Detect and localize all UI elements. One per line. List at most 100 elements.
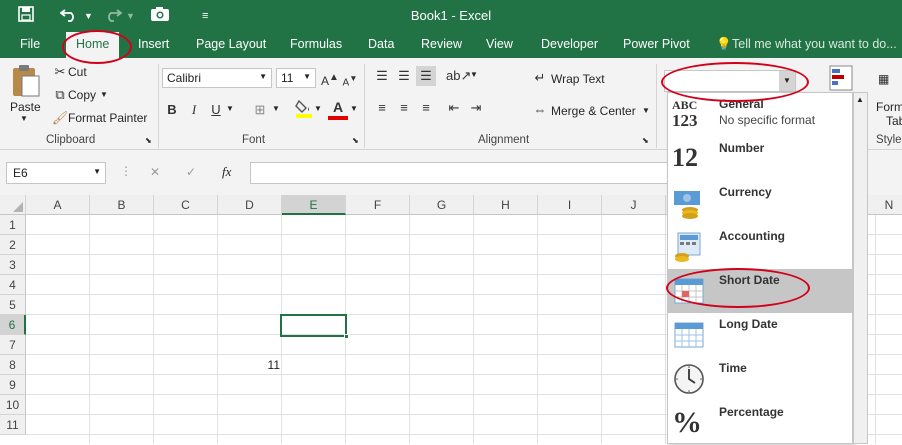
format-painter-icon[interactable]: 🖌 (50, 108, 70, 128)
percent-icon: % (672, 406, 702, 439)
align-top-icon[interactable]: ☰ (372, 66, 392, 86)
alignment-group-label: Alignment (478, 134, 530, 146)
name-box-dropdown-icon[interactable]: ▼ (93, 167, 101, 176)
wrap-text-button[interactable]: Wrap Text (551, 72, 605, 86)
tab-file[interactable]: File (20, 37, 40, 51)
font-color-button[interactable]: A (328, 98, 348, 120)
column-header-i[interactable]: I (538, 195, 602, 215)
underline-button[interactable]: U (206, 100, 226, 120)
paste-button[interactable]: Paste ▼ (6, 62, 46, 126)
row-header-3[interactable]: 3 (0, 255, 26, 275)
select-all-corner[interactable] (0, 195, 26, 215)
font-color-dropdown-icon[interactable]: ▼ (350, 104, 358, 113)
column-header-b[interactable]: B (90, 195, 154, 215)
menu-label-long-date: Long Date (719, 317, 778, 331)
enter-icon[interactable]: ✓ (186, 165, 196, 179)
format-as-table-label-2[interactable]: Tab (886, 114, 902, 128)
align-bottom-icon[interactable]: ☰ (416, 66, 436, 86)
tab-view[interactable]: View (486, 37, 513, 51)
column-header-d[interactable]: D (218, 195, 282, 215)
align-center-icon[interactable]: ≡ (394, 98, 414, 118)
italic-button[interactable]: I (184, 100, 204, 120)
copy-dropdown-icon[interactable]: ▼ (100, 90, 108, 99)
column-header-g[interactable]: G (410, 195, 474, 215)
merge-center-button[interactable]: Merge & Center (551, 104, 636, 118)
tell-me-search[interactable]: Tell me what you want to do... (732, 37, 897, 51)
align-left-icon[interactable]: ≡ (372, 98, 392, 118)
font-size-value: 11 (281, 71, 294, 85)
formula-input[interactable] (250, 162, 670, 184)
font-size-dropdown-icon: ▼ (303, 72, 311, 81)
cell-d8[interactable]: 11 (218, 358, 280, 372)
alignment-launcher-icon[interactable]: ⬊ (642, 136, 649, 145)
column-header-e[interactable]: E (282, 195, 346, 215)
row-header-4[interactable]: 4 (0, 275, 26, 295)
tab-formulas[interactable]: Formulas (290, 37, 342, 51)
menu-item-time[interactable]: Time (668, 357, 852, 401)
cut-button[interactable]: Cut (68, 65, 87, 79)
column-header-n[interactable]: N (876, 195, 902, 215)
fill-color-icon[interactable] (294, 98, 314, 118)
tab-review[interactable]: Review (421, 37, 462, 51)
column-header-a[interactable]: A (26, 195, 90, 215)
row-header-8[interactable]: 8 (0, 355, 26, 375)
row-header-10[interactable]: 10 (0, 395, 26, 415)
fill-handle[interactable] (344, 334, 349, 339)
copy-icon[interactable]: ⧉ (50, 85, 70, 105)
column-header-f[interactable]: F (346, 195, 410, 215)
row-header-9[interactable]: 9 (0, 375, 26, 395)
fill-color-dropdown-icon[interactable]: ▼ (314, 104, 322, 113)
row-header-6[interactable]: 6 (0, 315, 26, 335)
decrease-indent-icon[interactable]: ⇤ (444, 98, 464, 118)
merge-dropdown-icon[interactable]: ▼ (642, 106, 650, 115)
clipboard-launcher-icon[interactable]: ⬊ (145, 136, 152, 145)
row-header-5[interactable]: 5 (0, 295, 26, 315)
row-header-2[interactable]: 2 (0, 235, 26, 255)
font-launcher-icon[interactable]: ⬊ (352, 136, 359, 145)
column-header-j[interactable]: J (602, 195, 666, 215)
lightbulb-icon: 💡 (716, 37, 732, 51)
menu-item-percentage[interactable]: % Percentage (668, 401, 852, 445)
scissors-icon[interactable]: ✂ (50, 62, 70, 82)
cancel-icon[interactable]: ✕ (150, 165, 160, 179)
menu-item-currency[interactable]: Currency (668, 181, 852, 225)
menu-label-accounting: Accounting (719, 229, 785, 243)
tab-insert[interactable]: Insert (138, 37, 169, 51)
borders-dropdown-icon[interactable]: ▼ (272, 104, 280, 113)
increase-indent-icon[interactable]: ⇥ (466, 98, 486, 118)
tab-page-layout[interactable]: Page Layout (196, 37, 266, 51)
menu-item-accounting[interactable]: Accounting (668, 225, 852, 269)
bold-button[interactable]: B (162, 100, 182, 120)
scroll-up-icon[interactable]: ▲ (856, 95, 864, 104)
row-header-7[interactable]: 7 (0, 335, 26, 355)
tab-power-pivot[interactable]: Power Pivot (623, 37, 690, 51)
decrease-font-icon[interactable]: A▼ (340, 68, 360, 88)
orientation-dropdown-icon[interactable]: ▼ (470, 70, 478, 79)
menu-item-long-date[interactable]: Long Date (668, 313, 852, 357)
tab-developer[interactable]: Developer (541, 37, 598, 51)
selected-cell-e6[interactable] (280, 314, 349, 339)
font-size-select[interactable]: 11 ▼ (276, 68, 316, 88)
menu-item-number[interactable]: 12 Number (668, 137, 852, 181)
insert-function-icon[interactable]: fx (222, 164, 231, 180)
name-box[interactable]: E6 ▼ (6, 162, 106, 184)
column-header-c[interactable]: C (154, 195, 218, 215)
column-header-h[interactable]: H (474, 195, 538, 215)
borders-icon[interactable]: ⊞ (250, 100, 270, 120)
menu-scrollbar[interactable]: ▲ (853, 92, 868, 444)
align-right-icon[interactable]: ≡ (416, 98, 436, 118)
underline-dropdown-icon[interactable]: ▼ (226, 104, 234, 113)
format-as-table-icon[interactable]: ▦ (878, 72, 889, 86)
format-as-table-label[interactable]: Form (876, 100, 902, 114)
orientation-icon[interactable]: ab↗ (446, 66, 471, 86)
row-header-11[interactable]: 11 (0, 415, 26, 435)
tab-data[interactable]: Data (368, 37, 394, 51)
font-name-select[interactable]: Calibri ▼ (162, 68, 272, 88)
conditional-formatting-icon[interactable] (828, 64, 856, 92)
increase-font-icon[interactable]: A▲ (320, 68, 340, 88)
abc-123-icon: ABC 123 (672, 98, 698, 130)
align-middle-icon[interactable]: ☰ (394, 66, 414, 86)
format-painter-button[interactable]: Format Painter (68, 111, 147, 125)
row-header-1[interactable]: 1 (0, 215, 26, 235)
copy-button[interactable]: Copy (68, 88, 96, 102)
